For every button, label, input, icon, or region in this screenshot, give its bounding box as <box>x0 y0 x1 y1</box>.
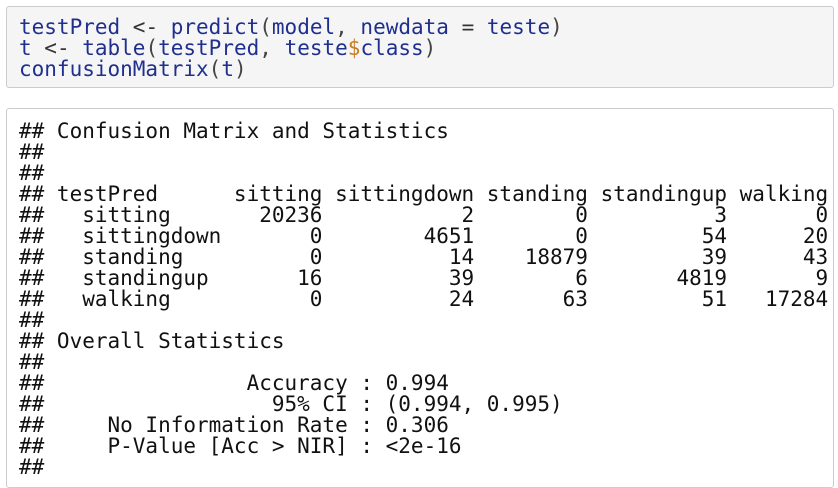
console-output[interactable]: ## Confusion Matrix and Statistics ## ##… <box>6 108 834 488</box>
output-line: ## standing 0 14 18879 39 43 <box>19 245 829 269</box>
code-line-3: confusionMatrix(t) <box>19 59 821 80</box>
code-token: $ <box>347 36 361 60</box>
output-line: ## sittingdown 0 4651 0 54 20 <box>19 224 829 248</box>
code-line-1: testPred <- predict(model, newdata = tes… <box>19 17 821 38</box>
code-line-2: t <- table(testPred, teste$class) <box>19 38 821 59</box>
output-line: ## <box>19 140 45 164</box>
code-token: , <box>259 36 285 60</box>
output-line: ## P-Value [Acc > NIR] : <2e-16 <box>19 434 462 458</box>
output-line: ## standingup 16 39 6 4819 9 <box>19 266 829 290</box>
code-token: teste <box>486 15 551 39</box>
output-line: ## walking 0 24 63 51 17284 <box>19 287 829 311</box>
output-line: ## <box>19 350 45 374</box>
code-token: class <box>360 36 424 60</box>
code-token: ) <box>423 36 437 60</box>
output-line: ## <box>19 308 45 332</box>
output-line: ## Confusion Matrix and Statistics <box>19 119 449 143</box>
code-token: t <box>221 57 234 81</box>
code-token: teste <box>284 36 348 60</box>
code-token: ) <box>233 57 247 81</box>
output-line: ## sitting 20236 2 0 3 0 <box>19 203 829 227</box>
output-line: ## testPred sitting sittingdown standing… <box>19 182 829 206</box>
output-line: ## No Information Rate : 0.306 <box>19 413 449 437</box>
code-token: ) <box>550 15 563 39</box>
code-token: = <box>448 15 487 39</box>
output-line: ## Accuracy : 0.994 <box>19 371 449 395</box>
output-line: ## <box>19 455 45 479</box>
output-line: ## <box>19 161 45 185</box>
output-line: ## Overall Statistics <box>19 329 285 353</box>
code-token: confusionMatrix <box>19 57 209 81</box>
output-line: ## 95% CI : (0.994, 0.995) <box>19 392 563 416</box>
code-token: ( <box>208 57 222 81</box>
code-chunk[interactable]: testPred <- predict(model, newdata = tes… <box>6 6 834 88</box>
